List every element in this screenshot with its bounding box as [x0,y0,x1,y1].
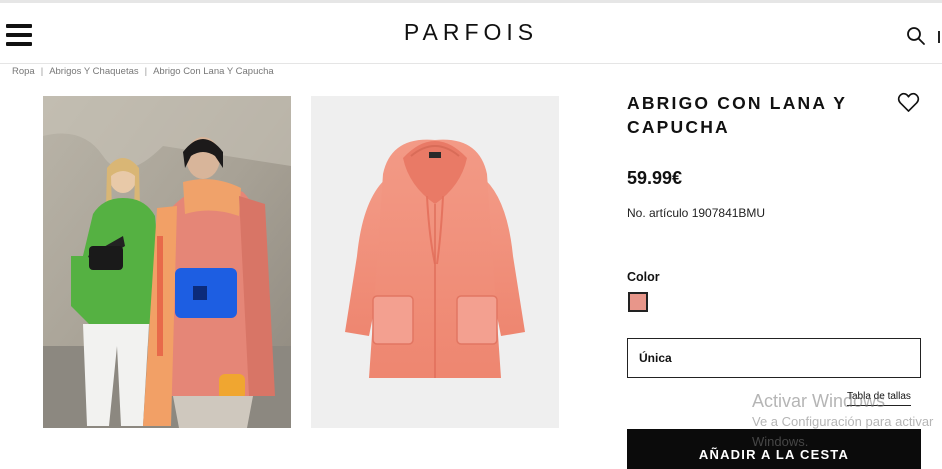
breadcrumb-separator: | [144,66,148,77]
product-title: ABRIGO CON LANA Y CAPUCHA [627,93,847,137]
breadcrumb-item-current[interactable]: Abrigo Con Lana Y Capucha [153,66,274,77]
brand-logo[interactable]: PARFOIS [0,19,942,46]
product-image-coat[interactable] [311,96,559,428]
breadcrumb-item-ropa[interactable]: Ropa [12,66,35,77]
product-image-model[interactable] [43,96,291,428]
add-to-cart-button[interactable]: AÑADIR A LA CESTA [627,429,921,469]
color-swatch[interactable] [628,292,648,312]
color-label: Color [627,270,660,284]
product-price: 59.99€ [627,168,683,188]
size-selector[interactable]: Única [627,338,921,378]
product-reference: No. artículo 1907841BMU [627,206,766,220]
breadcrumb-separator: | [40,66,44,77]
search-icon[interactable] [906,26,926,46]
site-header: PARFOIS [0,3,942,64]
coat-illustration [311,96,559,428]
header-overflow-icon [938,31,942,43]
model-photo-illustration [43,96,291,428]
size-guide-link[interactable]: Tabla de tallas [847,391,911,406]
breadcrumb: Ropa | Abrigos Y Chaquetas | Abrigo Con Lana… [12,66,274,77]
heart-icon[interactable] [897,92,920,113]
breadcrumb-item-abrigos[interactable]: Abrigos Y Chaquetas [49,66,138,77]
